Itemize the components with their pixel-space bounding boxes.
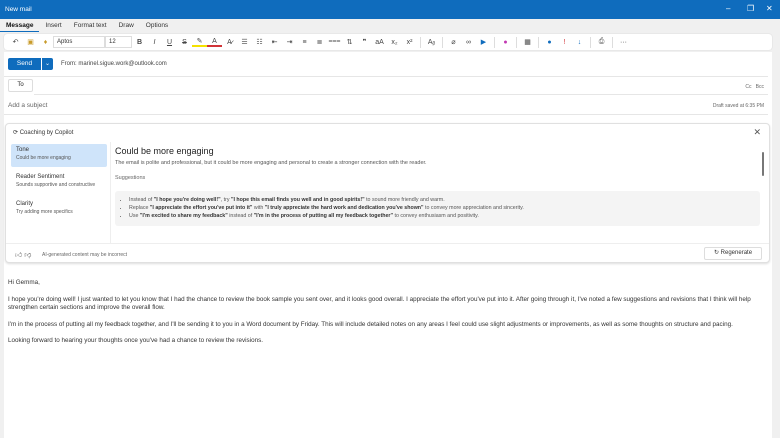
tab-options[interactable]: Options bbox=[140, 20, 174, 32]
scrollbar[interactable] bbox=[762, 152, 764, 176]
category-summary: Sounds supportive and constructive bbox=[16, 182, 96, 188]
copilot-icon[interactable]: ● bbox=[498, 39, 513, 46]
category-name: Reader Sentiment bbox=[16, 174, 65, 180]
bold-icon[interactable]: B bbox=[132, 39, 147, 46]
ribbon-toolbar: ↶ ▣ ♦ Aptos 12 B I U S ✎ A A̷ ☰ ☷ ⇤ ⇥ ≡ … bbox=[4, 34, 772, 50]
font-color-icon[interactable]: A bbox=[207, 38, 222, 47]
highlight-icon[interactable]: ✎ bbox=[192, 37, 207, 47]
cc-button[interactable]: Cc bbox=[745, 84, 751, 90]
send-options-chevron-icon[interactable]: ⌄ bbox=[42, 58, 53, 70]
thumbs-down-icon[interactable]: 👎︎ bbox=[24, 252, 31, 259]
high-importance-icon[interactable]: ! bbox=[557, 39, 572, 46]
strikethrough-icon[interactable]: S bbox=[177, 39, 192, 46]
from-selector[interactable]: From: marinel.sigue.work@outlook.com bbox=[61, 61, 167, 67]
quote-icon[interactable]: ❞ bbox=[357, 38, 372, 46]
low-importance-icon[interactable]: ↓ bbox=[572, 39, 587, 46]
regenerate-button[interactable]: ↻ Regenerate bbox=[704, 247, 762, 260]
copilot-coaching-panel: ⟳ Coaching by Copilot ✕ Tone Could be mor… bbox=[5, 123, 770, 263]
message-body[interactable]: Hi Gemma, I hope you're doing well! I ju… bbox=[8, 279, 763, 354]
body-paragraph: Hi Gemma, bbox=[8, 279, 40, 286]
suggestion-item: Replace "I appreciate the effort you've … bbox=[129, 204, 754, 212]
copilot-coach-icon: ⟳ bbox=[13, 130, 19, 136]
decrease-indent-icon[interactable]: ⇤ bbox=[267, 38, 282, 46]
tab-draw[interactable]: Draw bbox=[113, 20, 140, 32]
table-icon[interactable]: ▦ bbox=[520, 38, 535, 46]
close-window-button[interactable]: ✕ bbox=[766, 4, 773, 13]
body-paragraph: I'm in the process of putting all my fee… bbox=[8, 320, 733, 328]
paste-icon[interactable]: ▣ bbox=[23, 38, 38, 46]
to-input[interactable] bbox=[34, 94, 768, 95]
minimize-button[interactable]: – bbox=[726, 4, 730, 13]
close-icon[interactable]: ✕ bbox=[753, 127, 761, 138]
clear-format-icon[interactable]: A̷ bbox=[222, 39, 237, 46]
align-icon[interactable]: ≡ bbox=[297, 39, 312, 46]
tab-message[interactable]: Message bbox=[0, 20, 40, 32]
to-button[interactable]: To bbox=[8, 79, 33, 92]
styles-icon[interactable]: ⩶ bbox=[327, 38, 342, 46]
send-button[interactable]: Send bbox=[8, 58, 41, 70]
loop-icon[interactable]: ▶ bbox=[476, 38, 491, 46]
underline-icon[interactable]: U bbox=[162, 39, 177, 46]
regenerate-label: Regenerate bbox=[720, 250, 753, 256]
tab-insert[interactable]: Insert bbox=[39, 20, 67, 32]
subject-input[interactable]: Add a subject bbox=[8, 102, 47, 109]
bullets-icon[interactable]: ☰ bbox=[237, 38, 252, 46]
font-size-select[interactable]: 12 bbox=[105, 36, 132, 48]
coaching-detail: Could be more engaging The email is poli… bbox=[115, 146, 760, 226]
thumbs-up-icon[interactable]: 👍︎ bbox=[15, 252, 22, 259]
coaching-description: The email is polite and professional, bu… bbox=[115, 160, 427, 166]
title-bar: New mail – ❐ ✕ bbox=[0, 0, 780, 19]
body-paragraph: Looking forward to hearing your thoughts… bbox=[8, 337, 263, 344]
suggestion-item: Instead of "I hope you're doing well!", … bbox=[129, 196, 754, 204]
category-summary: Could be more engaging bbox=[16, 155, 71, 161]
category-name: Clarity bbox=[16, 201, 34, 207]
more-options-button[interactable]: ··· bbox=[616, 39, 631, 46]
undo-icon[interactable]: ↶ bbox=[8, 38, 23, 46]
window-title: New mail bbox=[5, 6, 32, 13]
restore-button[interactable]: ❐ bbox=[747, 4, 754, 13]
coaching-categories: Tone Could be more engaging Reader Sentim… bbox=[11, 144, 107, 225]
refresh-icon: ↻ bbox=[713, 250, 719, 256]
dictate-icon[interactable]: ● bbox=[542, 39, 557, 46]
editor-icon[interactable]: Aᵦ bbox=[424, 39, 439, 46]
suggestion-item: Use "I'm excited to share my feedback" i… bbox=[129, 212, 754, 220]
font-select[interactable]: Aptos bbox=[53, 36, 105, 48]
panel-title: Coaching by Copilot bbox=[19, 130, 74, 136]
category-tone[interactable]: Tone Could be more engaging bbox=[11, 144, 107, 167]
link-icon[interactable]: ∞ bbox=[461, 39, 476, 46]
category-name: Tone bbox=[16, 147, 30, 153]
tab-format-text[interactable]: Format text bbox=[68, 20, 113, 32]
change-case-icon[interactable]: aA bbox=[372, 39, 387, 46]
category-reader-sentiment[interactable]: Reader Sentiment Sounds supportive and co… bbox=[11, 171, 107, 194]
italic-icon[interactable]: I bbox=[147, 39, 162, 46]
suggestions-list: Instead of "I hope you're doing well!", … bbox=[115, 191, 760, 226]
body-paragraph: I hope you're doing well! I just wanted … bbox=[8, 295, 751, 312]
ribbon-tabs: Message Insert Format text Draw Options bbox=[0, 20, 174, 32]
subscript-icon[interactable]: x₂ bbox=[387, 39, 402, 46]
draft-status: Draft saved at 6:35 PM bbox=[712, 103, 764, 109]
line-spacing-icon[interactable]: ≣ bbox=[312, 38, 327, 46]
numbering-icon[interactable]: ☷ bbox=[252, 38, 267, 46]
format-painter-icon[interactable]: ♦ bbox=[38, 39, 53, 46]
category-clarity[interactable]: Clarity Try adding more specifics bbox=[11, 198, 107, 221]
suggestions-label: Suggestions bbox=[115, 175, 146, 181]
increase-indent-icon[interactable]: ⇥ bbox=[282, 38, 297, 46]
paragraph-spacing-icon[interactable]: ⇅ bbox=[342, 38, 357, 46]
print-icon[interactable]: ⎙ bbox=[594, 38, 609, 46]
attach-icon[interactable]: ⌀ bbox=[446, 38, 461, 46]
coaching-heading: Could be more engaging bbox=[115, 146, 214, 156]
category-summary: Try adding more specifics bbox=[16, 209, 73, 215]
superscript-icon[interactable]: x² bbox=[402, 39, 417, 46]
ai-disclaimer: AI-generated content may be incorrect bbox=[42, 252, 128, 258]
bcc-button[interactable]: Bcc bbox=[756, 84, 764, 90]
